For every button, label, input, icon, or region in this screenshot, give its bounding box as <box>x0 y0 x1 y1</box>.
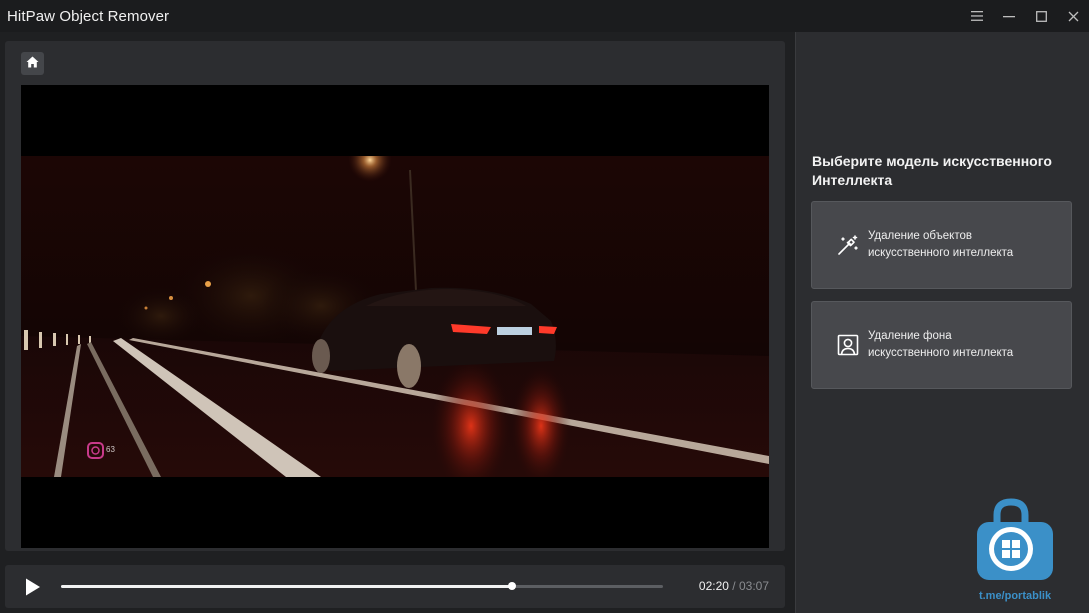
home-icon <box>26 55 39 73</box>
portrait-icon <box>836 333 860 357</box>
home-button[interactable] <box>21 52 44 75</box>
progress-fill <box>61 585 512 588</box>
lock-icon <box>977 498 1053 580</box>
time-display: 02:20 / 03:07 <box>699 579 769 593</box>
progress-thumb[interactable] <box>507 582 516 590</box>
object-removal-line1: Удаление объектов <box>868 230 972 242</box>
magic-wand-icon <box>836 233 860 257</box>
total-time: 03:07 <box>738 579 769 593</box>
player-controls: 02:20 / 03:07 <box>5 565 785 608</box>
object-removal-label: Удаление объектов искусственного интелле… <box>868 228 1013 262</box>
close-icon[interactable] <box>1057 0 1089 32</box>
background-removal-label: Удаление фона искусственного интеллекта <box>868 328 1013 362</box>
title-bar: HitPaw Object Remover <box>0 0 1089 32</box>
current-time: 02:20 <box>698 579 729 593</box>
play-icon <box>23 578 43 601</box>
video-preview[interactable]: 63 <box>21 85 769 548</box>
video-overlay-tag: 63 <box>106 445 115 454</box>
menu-icon[interactable] <box>961 0 993 32</box>
watermark-text: t.me/portablik <box>978 590 1052 602</box>
app-title: HitPaw Object Remover <box>7 7 170 25</box>
panel-title: Выберите модель искусственного Интеллект… <box>812 153 1052 188</box>
background-removal-card[interactable]: Удаление фона искусственного интеллекта <box>811 301 1072 389</box>
play-button[interactable] <box>23 577 43 597</box>
preview-pane: 63 <box>5 41 785 551</box>
watermark: t.me/portablik <box>975 497 1055 607</box>
video-frame-image: 63 <box>21 156 769 477</box>
object-removal-card[interactable]: Удаление объектов искусственного интелле… <box>811 201 1072 289</box>
background-removal-line2: искусственного интеллекта <box>868 347 1014 359</box>
time-separator: / <box>732 579 736 593</box>
progress-slider[interactable] <box>61 582 663 590</box>
minimize-icon[interactable] <box>993 0 1025 32</box>
window-controls <box>961 0 1089 32</box>
maximize-icon[interactable] <box>1025 0 1057 32</box>
object-removal-line2: искусственного интеллекта <box>868 247 1014 259</box>
background-removal-line1: Удаление фона <box>868 330 952 342</box>
